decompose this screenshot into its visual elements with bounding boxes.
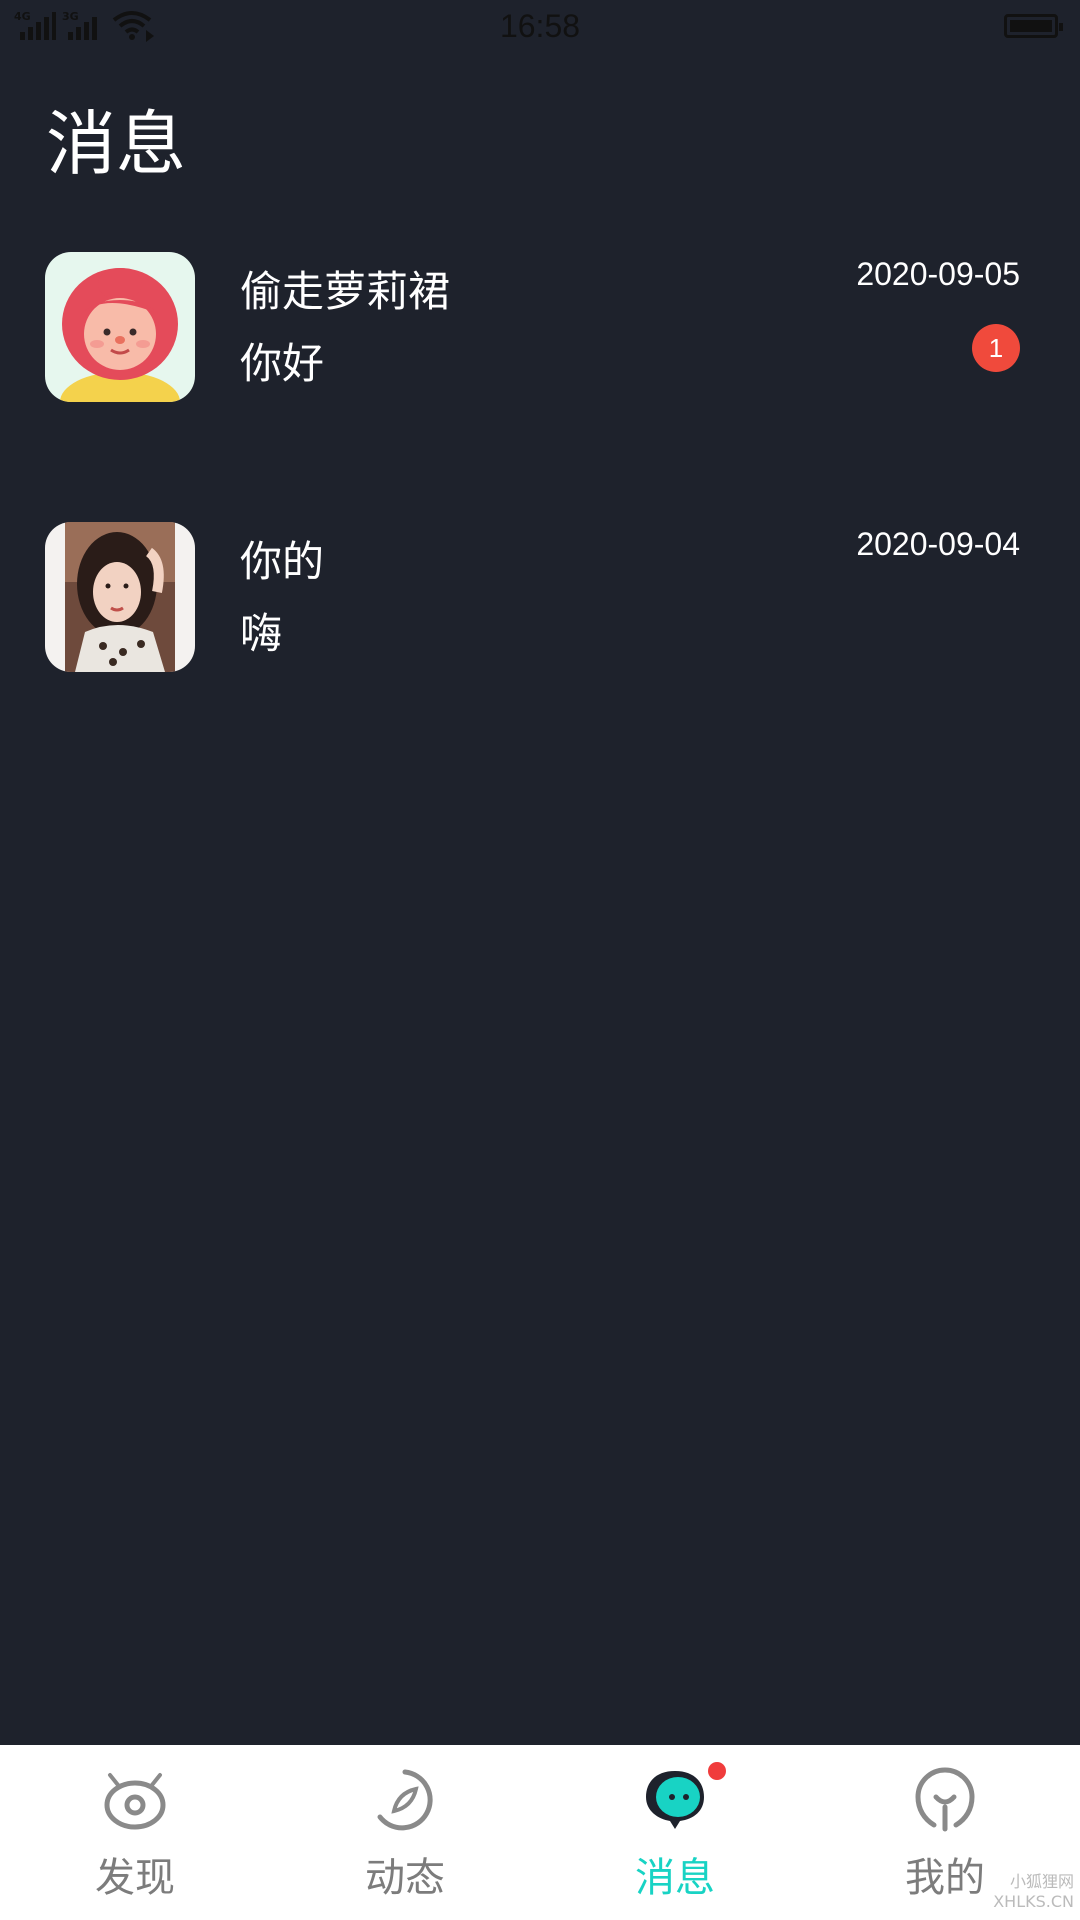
tab-feed[interactable]: 动态 [270,1745,540,1920]
unread-badge: 1 [972,324,1020,372]
tab-discover[interactable]: 发现 [0,1745,270,1920]
message-date: 2020-09-05 [856,256,1020,292]
notification-dot [708,1762,726,1780]
battery-icon [1004,14,1063,38]
chat-bubble-icon [646,1771,704,1829]
watermark: 小狐狸网 XHLKS.CN [993,1872,1074,1911]
tab-label: 发现 [95,1855,175,1901]
tab-label: 动态 [365,1855,445,1901]
avatar [45,252,195,402]
contact-name: 偷走萝莉裙 [240,267,451,316]
profile-icon [915,1767,975,1832]
tab-label: 消息 [635,1855,715,1901]
cartoon-girl-avatar-icon [45,252,195,402]
avatar [45,522,195,672]
bottom-tab-bar: 发现 动态 消息 我的 小狐狸网 XHLKS.CN [0,1745,1080,1920]
message-date: 2020-09-04 [856,526,1020,562]
conversation-item[interactable]: 偷走萝莉裙 你好 2020-09-05 1 [0,252,1080,402]
compass-icon [377,1769,433,1831]
contact-name: 你的 [240,537,325,586]
tab-messages[interactable]: 消息 [540,1745,810,1920]
photo-avatar-icon [45,522,195,672]
page-title: 消息 [46,103,186,185]
message-preview: 你好 [240,339,325,388]
message-preview: 嗨 [240,609,283,658]
eye-icon [104,1773,166,1830]
conversation-item[interactable]: 你的 嗨 2020-09-04 [0,522,1080,672]
status-time: 16:58 [499,8,581,44]
status-bar: 4G 3G 16:58 [0,0,1080,56]
